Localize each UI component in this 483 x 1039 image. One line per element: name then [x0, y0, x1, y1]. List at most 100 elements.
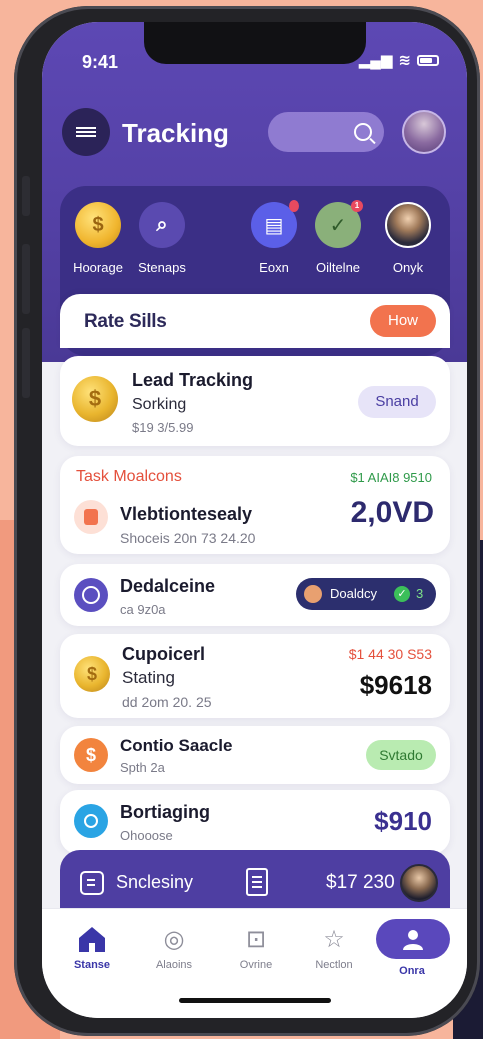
bortiaging-card[interactable]: Bortiaging Ohooose $910	[60, 790, 450, 854]
profile-avatar[interactable]	[402, 110, 446, 154]
lead-tracking-card[interactable]: $ Lead Tracking Sorking $19 3/5.99 Snand	[60, 356, 450, 446]
how-button[interactable]: How	[370, 305, 436, 337]
app-header: Tracking	[42, 106, 467, 158]
quick-action-stenaps[interactable]: ⌕ Stenaps	[130, 202, 194, 275]
tab-alaoins[interactable]: ◎ Alaoins	[138, 923, 210, 972]
tab-label: Stanse	[73, 959, 111, 971]
signal-icon: ▂▄▆	[358, 52, 393, 69]
summary-avatar[interactable]	[400, 864, 438, 902]
quick-action-oiltelne[interactable]: ✓ 1 Oiltelne	[306, 200, 370, 275]
mute-switch	[22, 176, 30, 216]
status-icons: ▂▄▆ ≋	[359, 51, 439, 69]
tab-label: Onra	[399, 965, 425, 977]
card-detail: dd 2om 20. 25	[122, 694, 212, 710]
status-time: 9:41	[82, 52, 119, 72]
battery-icon	[417, 54, 439, 66]
dollar-coin-icon: $	[72, 376, 118, 422]
cupoicerl-card[interactable]: $ Cupoicerl Stating dd 2om 20. 25 $1 44 …	[60, 634, 450, 718]
notification-badge: 1	[351, 200, 363, 212]
chat-icon: ▤	[251, 200, 299, 248]
deadline-card[interactable]: Dedalceine ca 9z0a Doaldcy ✓ 3	[60, 564, 450, 626]
dollar-icon: $	[74, 738, 108, 772]
card-detail: $19 3/5.99	[132, 420, 194, 435]
tab-ovrine[interactable]: ⊡ Ovrine	[220, 923, 292, 972]
rate-bar: Rate Sills How	[60, 294, 450, 348]
volume-up-button	[22, 244, 30, 314]
card-detail: Shoceis 20n 73 24.20	[120, 530, 256, 546]
deadline-pill[interactable]: Doaldcy ✓ 3	[296, 578, 436, 610]
card-detail: ca 9z0a	[120, 602, 166, 617]
check-glyph: ✓	[329, 214, 347, 237]
quick-action-label: Eoxn	[259, 260, 289, 275]
tab-stanse[interactable]: Stanse	[56, 923, 128, 971]
search-icon: ⌕	[139, 202, 185, 248]
search-icon	[354, 123, 372, 141]
check-icon: ✓	[394, 586, 410, 602]
quick-action-onyk[interactable]: Onyk	[376, 202, 440, 275]
search-input[interactable]	[268, 112, 384, 152]
card-amount: 2,0VD	[350, 496, 434, 529]
card-title: Bortiaging	[120, 802, 210, 822]
quick-action-label: Stenaps	[138, 260, 186, 275]
pill-label: Doaldcy	[330, 586, 377, 601]
tab-onra[interactable]	[376, 919, 450, 959]
page-title: Tracking	[122, 118, 229, 148]
check-icon: ✓ 1	[315, 200, 363, 248]
rate-title: Rate Sills	[84, 311, 167, 332]
profile-icon	[403, 930, 423, 950]
card-title: Vlebtiontesealy	[120, 504, 253, 524]
quick-action-hoorage[interactable]: $ Hoorage	[66, 202, 130, 275]
home-indicator	[179, 998, 331, 1003]
volume-down-button	[22, 328, 30, 398]
card-subtitle: Stating	[122, 668, 175, 687]
status-pill[interactable]: Snand	[358, 386, 436, 418]
document-icon[interactable]	[246, 868, 268, 896]
check-circle-icon: ◎	[163, 925, 185, 953]
star-icon: ☆	[323, 925, 345, 953]
clock-icon	[74, 578, 108, 612]
card-title: Cupoicerl	[122, 644, 206, 664]
task-icon	[74, 500, 108, 534]
task-card[interactable]: Task Moalcons $1 AIAI8 9510 Vlebtiontese…	[60, 456, 450, 554]
tag-icon	[74, 804, 108, 838]
summary-amount: $17 230	[326, 872, 395, 893]
person-avatar	[385, 202, 431, 248]
quick-action-label: Oiltelne	[315, 260, 361, 275]
tab-label: Alaoins	[155, 959, 193, 971]
card-amount-small: $1 44 30 S53	[348, 646, 432, 662]
notification-badge	[289, 200, 299, 212]
card-label: Task Moalcons	[76, 468, 182, 485]
tab-label: Ovrine	[239, 959, 273, 971]
avatar-icon	[304, 585, 322, 603]
wallet-icon	[80, 871, 104, 895]
quick-action-label: Onyk	[392, 260, 424, 275]
card-amount: $9618	[359, 670, 432, 700]
hamburger-icon	[76, 125, 96, 139]
tab-nectlon[interactable]: ☆ Nectlon	[298, 923, 370, 972]
card-amount-small: $1 AIAI8 9510	[350, 470, 432, 485]
card-subtitle: Sorking	[132, 396, 187, 413]
wifi-icon: ≋	[398, 52, 411, 69]
document-icon: ⊡	[245, 925, 267, 953]
tab-onra-label-wrap: Onra	[376, 961, 448, 977]
quick-action-label: Hoorage	[73, 260, 123, 275]
quick-action-eoxn[interactable]: ▤ Eoxn	[242, 200, 306, 275]
phone-screen: 9:41 ▂▄▆ ≋ Tracking $ Hoorage ⌕ Stenaps …	[42, 22, 467, 1018]
tab-label: Nectlon	[315, 959, 353, 971]
card-title: Dedalceine	[120, 576, 216, 596]
status-pill[interactable]: Svtado	[366, 740, 436, 770]
card-detail: Ohooose	[120, 828, 173, 843]
chat-glyph: ▤	[264, 214, 284, 237]
summary-bar[interactable]: Snclesiny $17 230	[60, 850, 450, 916]
card-title: Lead Tracking	[132, 370, 254, 390]
pill-count: 3	[416, 586, 424, 601]
card-detail: Spth 2a	[120, 760, 165, 775]
dollar-coin-icon: $	[74, 656, 110, 692]
summary-label: Snclesiny	[116, 872, 194, 892]
dollar-coin-icon: $	[75, 202, 121, 248]
card-amount: $910	[374, 806, 432, 836]
menu-button[interactable]	[62, 108, 110, 156]
home-icon	[75, 923, 109, 955]
contio-card[interactable]: $ Contio Saacle Spth 2a Svtado	[60, 726, 450, 784]
notch	[144, 22, 366, 64]
